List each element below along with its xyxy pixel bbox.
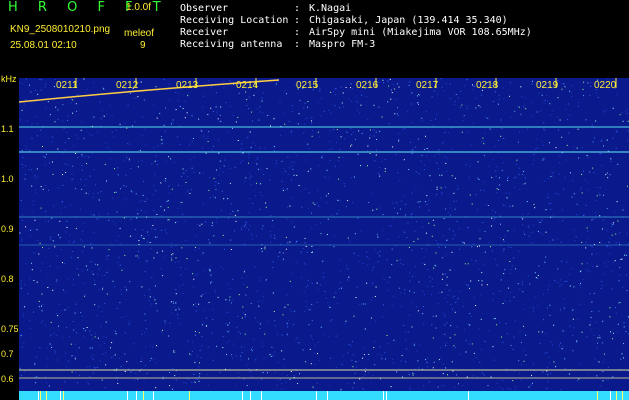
info-sep: : (294, 15, 301, 26)
y-tick-label: 0.9 (1, 224, 14, 234)
y-tick-label: 1.0 (1, 174, 14, 184)
header-panel: H R O F F T 1.0.0f KN9_2508010210.png me… (0, 0, 629, 78)
bottom-band-spike (250, 391, 251, 400)
bottom-band-spike (386, 391, 387, 400)
info-row-observer: Observer: K.Nagai (180, 3, 532, 15)
info-row-antenna: Receiving antenna: Maspro FM-3 (180, 39, 532, 51)
bottom-band-spike (127, 391, 128, 400)
y-tick-label: 0.75 (1, 324, 19, 334)
spectrogram-plot (19, 78, 629, 400)
info-row-location: Receiving Location: Chigasaki, Japan (139… (180, 15, 532, 27)
bottom-band-spike (40, 391, 41, 400)
info-row-receiver: Receiver: AirSpy mini (Miakejima VOR 108.… (180, 27, 532, 39)
y-axis-unit: kHz (1, 74, 17, 84)
observation-info: Observer: K.Nagai Receiving Location: Chig… (180, 3, 532, 51)
bottom-band-spike (189, 391, 190, 400)
time-tick-label: 0218 (476, 80, 499, 91)
info-sep: : (294, 3, 301, 14)
time-tick-label: 0216 (356, 80, 379, 91)
bottom-band-spike (327, 391, 328, 400)
info-value: Maspro FM-3 (309, 39, 376, 50)
bottom-band-spike (622, 391, 623, 400)
bottom-band-spike (60, 391, 61, 400)
time-tick-label: 0219 (536, 80, 559, 91)
bottom-band-spike (597, 391, 598, 400)
noise-layer (19, 78, 629, 391)
time-tick-label: 0215 (296, 80, 319, 91)
info-sep: : (294, 27, 301, 38)
bottom-band-spike (143, 391, 144, 400)
filename-label: KN9_2508010210.png (10, 24, 111, 35)
bottom-band-spike (136, 391, 137, 400)
bottom-band (19, 391, 629, 400)
info-value: AirSpy mini (Miakejima VOR 108.65MHz) (309, 27, 532, 38)
info-key: Receiving Location (180, 15, 289, 26)
bottom-band-spike (616, 391, 617, 400)
bottom-band-spike (63, 391, 64, 400)
bottom-band-spike (468, 391, 469, 400)
bottom-band-spike (38, 391, 39, 400)
version-label: 1.0.0f (126, 2, 152, 13)
y-tick-label: 1.1 (1, 124, 14, 134)
bottom-band-spike (383, 391, 384, 400)
time-tick-label: 0217 (416, 80, 439, 91)
info-key: Receiving antenna (180, 39, 283, 50)
info-key: Receiver (180, 27, 229, 38)
spectrogram-svg (19, 78, 629, 400)
bottom-band-spike (610, 391, 611, 400)
time-tick-label: 0214 (236, 80, 259, 91)
time-tick-label: 0211 (56, 80, 78, 91)
bottom-band-spike (153, 391, 154, 400)
info-value: Chigasaki, Japan (139.414 35.340) (309, 15, 508, 26)
y-tick-label: 0.8 (1, 274, 14, 284)
time-tick-label: 0212 (116, 80, 139, 91)
y-tick-label: 0.7 (1, 349, 14, 359)
info-sep: : (294, 39, 301, 50)
bottom-band-spike (316, 391, 317, 400)
meleo-label: meleof (124, 28, 155, 39)
time-tick-label: 0220 (594, 80, 617, 91)
info-value: K.Nagai (309, 3, 352, 14)
bottom-band-spike (261, 391, 262, 400)
bottom-band-spike (46, 391, 47, 400)
y-tick-label: 0.6 (1, 374, 14, 384)
meleo-count: 9 (140, 40, 146, 51)
info-key: Observer (180, 3, 229, 14)
time-tick-label: 0213 (176, 80, 199, 91)
bottom-band-spike (242, 391, 243, 400)
timestamp-label: 25.08.01 02:10 (10, 40, 77, 51)
